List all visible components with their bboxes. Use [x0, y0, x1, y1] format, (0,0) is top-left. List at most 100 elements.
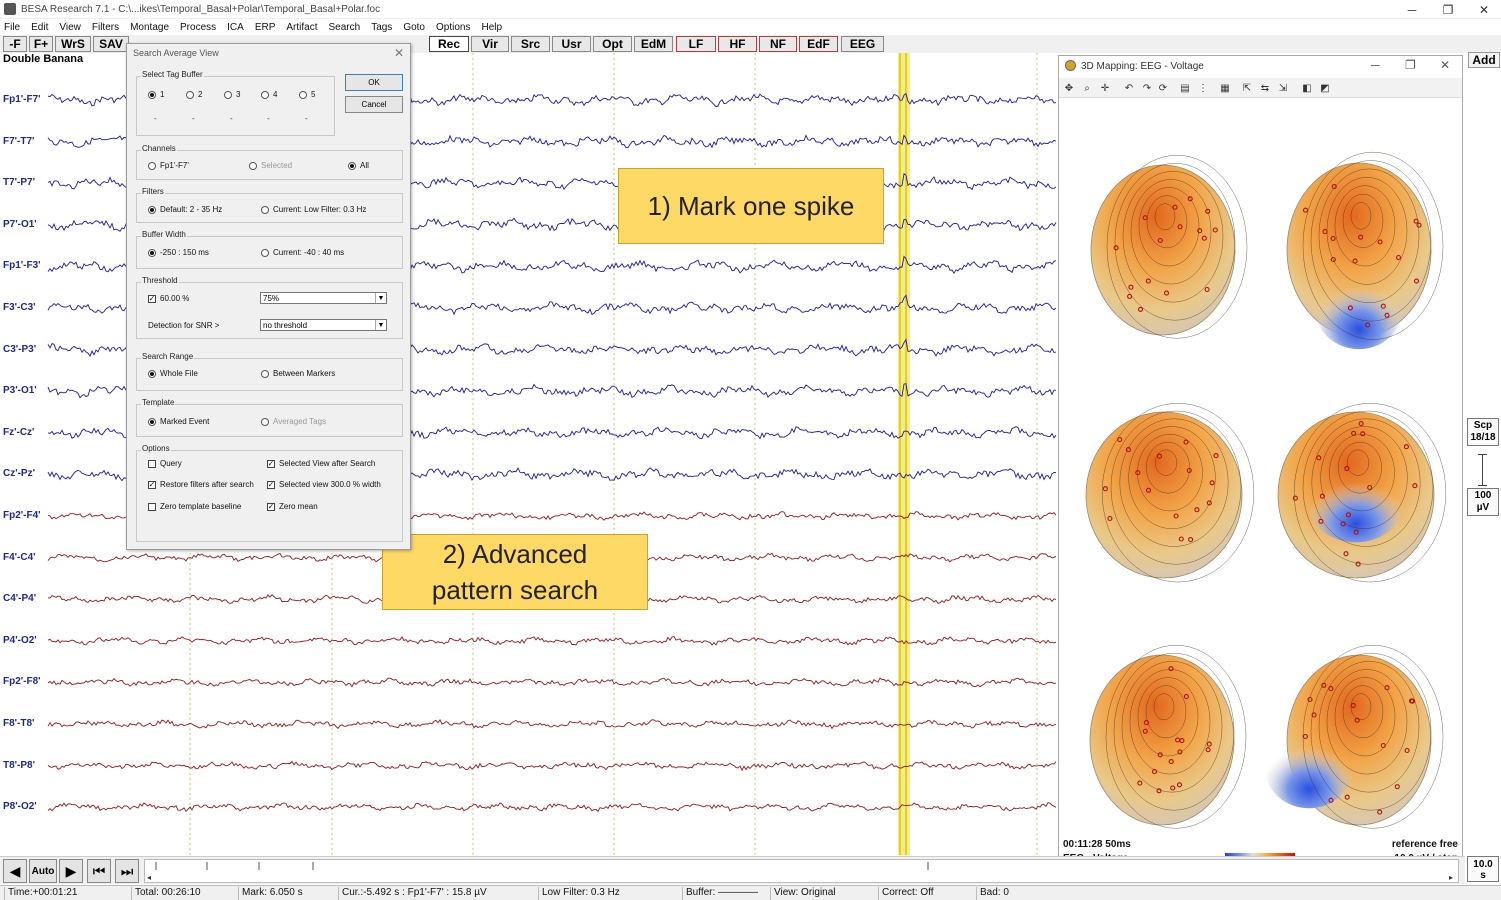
checkbox-indicator: ✓: [148, 293, 156, 303]
toolbar-button-edf[interactable]: EdF: [799, 36, 838, 52]
close-button[interactable]: ✕: [1466, 0, 1501, 19]
toolbar-button-eeg[interactable]: EEG: [841, 36, 884, 52]
expand-icon[interactable]: ⇱: [1241, 82, 1253, 94]
status-time: Time:+00:01:21: [4, 887, 77, 900]
template-radio-marked[interactable]: Marked Event: [148, 417, 209, 426]
dialog-close-icon[interactable]: ✕: [394, 46, 404, 60]
toolbar-button-rec[interactable]: Rec: [429, 36, 469, 52]
toolbar-button-wrs[interactable]: WrS: [55, 36, 91, 52]
search-range-radio-whole[interactable]: Whole File: [148, 369, 198, 378]
channel-label: F3'-C3': [3, 302, 36, 313]
buffer-width-radio-current[interactable]: Current: -40 : 40 ms: [261, 248, 344, 257]
filters-radio-current[interactable]: Current: Low Filter: 0.3 Hz: [261, 205, 366, 214]
menu-filters[interactable]: Filters: [92, 22, 119, 33]
amplitude-scale-bar: [1482, 454, 1484, 486]
toolbar-button-f-plus[interactable]: F+: [29, 36, 53, 52]
rotate-back-icon[interactable]: ⟳: [1157, 82, 1169, 94]
menu-process[interactable]: Process: [180, 22, 216, 33]
montage-name: Double Banana: [3, 53, 84, 65]
menu-goto[interactable]: Goto: [403, 22, 425, 33]
tag-buffer-radio-1[interactable]: 1: [148, 90, 164, 99]
ok-button[interactable]: OK: [345, 74, 403, 91]
menu-ica[interactable]: ICA: [227, 22, 244, 33]
query-checkbox[interactable]: Query: [148, 459, 182, 468]
channels-label: Channels: [141, 144, 177, 153]
menu-view[interactable]: View: [59, 22, 81, 33]
tag-buffer-radio-3[interactable]: 3: [224, 90, 240, 99]
mapping-close-button[interactable]: ✕: [1440, 58, 1450, 72]
palette-icon[interactable]: ◩: [1319, 82, 1331, 94]
threshold-checkbox[interactable]: ✓ 60.00 %: [148, 294, 189, 303]
tag-buffer-radio-5[interactable]: 5: [299, 90, 315, 99]
menu-erp[interactable]: ERP: [255, 22, 276, 33]
options-label: Options: [141, 444, 171, 453]
amplitude-scale-button[interactable]: 100 µV: [1467, 488, 1499, 516]
scaling-channels-button[interactable]: Scp 18/18: [1467, 418, 1499, 446]
menu-montage[interactable]: Montage: [130, 22, 169, 33]
mapping-minimize-button[interactable]: ─: [1371, 58, 1380, 72]
tag-buffer-radio-4[interactable]: 4: [261, 90, 277, 99]
channel-label: F4'-C4': [3, 551, 36, 563]
menu-search[interactable]: Search: [329, 22, 361, 33]
selected-view-checkbox[interactable]: ✓ Selected View after Search: [267, 459, 375, 468]
scp-label: Scp: [1473, 420, 1493, 431]
menu-file[interactable]: File: [4, 22, 20, 33]
rotate-icon[interactable]: ✥: [1063, 82, 1075, 94]
toolbar-button-src[interactable]: Src: [511, 36, 550, 52]
threshold-combo[interactable]: 75% ▼: [260, 292, 387, 304]
buffer-width-radio-default[interactable]: -250 : 150 ms: [148, 248, 209, 257]
toolbar-button-minus-f[interactable]: -F: [3, 36, 27, 52]
page-back-icon[interactable]: ◀: [3, 859, 27, 883]
menu-tags[interactable]: Tags: [371, 22, 392, 33]
color-icon[interactable]: ◧: [1301, 82, 1313, 94]
time-scale-button[interactable]: 10.0 s: [1467, 856, 1499, 882]
redo-icon[interactable]: ↷: [1141, 82, 1153, 94]
toolbar-button-lf[interactable]: LF: [676, 36, 716, 52]
snr-combo[interactable]: no threshold ▼: [260, 319, 387, 331]
minimize-button[interactable]: ─: [1394, 0, 1430, 19]
step-forward-icon[interactable]: ⏭: [115, 859, 139, 883]
tag-buffer-value-2: -: [192, 114, 195, 123]
page-forward-icon[interactable]: ▶: [59, 859, 83, 883]
toolbar-button-opt[interactable]: Opt: [593, 36, 632, 52]
channels-radio-all[interactable]: All: [348, 161, 369, 170]
zero-mean-checkbox[interactable]: ✓ Zero mean: [267, 502, 318, 511]
menu-help[interactable]: Help: [481, 22, 502, 33]
toolbar-button-sav[interactable]: SAV: [93, 36, 129, 52]
move-icon[interactable]: ✛: [1099, 82, 1111, 94]
tag-buffer-option-5: 5: [311, 90, 316, 99]
filters-radio-default[interactable]: Default: 2 - 35 Hz: [148, 205, 222, 214]
head-maps[interactable]: [1059, 100, 1462, 830]
zero-baseline-checkbox[interactable]: Zero template baseline: [148, 502, 241, 511]
search-range-radio-between[interactable]: Between Markers: [261, 369, 335, 378]
menu-edit[interactable]: Edit: [31, 22, 48, 33]
channel-label: F7'-T7': [3, 135, 35, 147]
step-back-icon[interactable]: ⏮: [87, 859, 111, 883]
channels-radio-first[interactable]: Fp1'-F7': [148, 161, 189, 170]
menu-options[interactable]: Options: [436, 22, 470, 33]
undo-icon[interactable]: ↶: [1123, 82, 1135, 94]
selected-width-checkbox[interactable]: ✓ Selected view 300.0 % width: [267, 480, 381, 489]
mapping-restore-button[interactable]: ❐: [1405, 58, 1416, 72]
cancel-button[interactable]: Cancel: [345, 96, 403, 113]
swap-icon[interactable]: ⇆: [1259, 82, 1271, 94]
grid-icon[interactable]: ⋮: [1197, 82, 1209, 94]
window-title: BESA Research 7.1 - C:\...ikes\Temporal_…: [21, 3, 381, 15]
toolbar-button-vir[interactable]: Vir: [471, 36, 509, 52]
toolbar-button-hf[interactable]: HF: [718, 36, 757, 52]
toolbar-button-nf[interactable]: NF: [759, 36, 797, 52]
auto-button[interactable]: Auto: [29, 859, 57, 883]
tag-buffer-option-2: 2: [198, 90, 203, 99]
tag-buffer-radio-2[interactable]: 2: [186, 90, 202, 99]
menu-artifact[interactable]: Artifact: [286, 22, 317, 33]
layout-icon[interactable]: ▦: [1219, 82, 1231, 94]
toolbar-button-usr[interactable]: Usr: [552, 36, 591, 52]
zoom-icon[interactable]: ⌕: [1081, 82, 1093, 94]
segment-icon[interactable]: ▤: [1179, 82, 1191, 94]
restore-filters-checkbox[interactable]: ✓ Restore filters after search: [148, 480, 263, 489]
time-scrollbar[interactable]: ◂ ▸: [144, 859, 1459, 883]
add-button[interactable]: Add: [1468, 52, 1500, 68]
fit-icon[interactable]: ⇲: [1277, 82, 1289, 94]
toolbar-button-edm[interactable]: EdM: [634, 36, 673, 52]
restore-button[interactable]: ❐: [1430, 0, 1466, 19]
